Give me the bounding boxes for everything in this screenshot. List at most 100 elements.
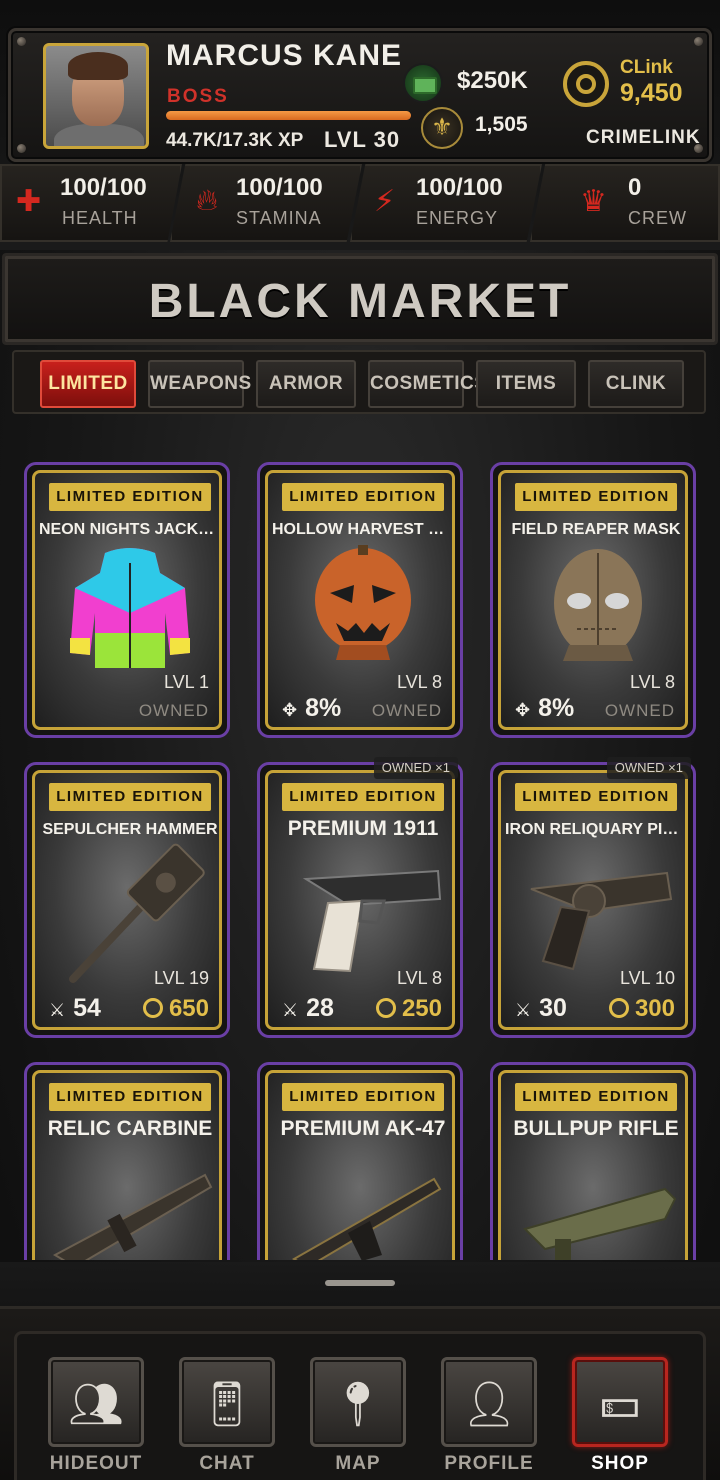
clink-label: CLink [620,57,673,78]
shop-card[interactable]: LIMITED EDITION PREMIUM AK-47 [257,1062,463,1260]
item-name: PREMIUM 1911 [287,817,439,840]
item-name: HOLLOW HARVEST MASK [272,521,454,538]
stat-label: STAMINA [236,208,322,228]
nav-hideout[interactable]: 👥︎ HIDEOUT [44,1349,148,1479]
shop-card[interactable]: OWNED ×1 LIMITED EDITION PREMIUM 1911 LV… [257,757,463,1038]
card-frame: LIMITED EDITION PREMIUM 1911 LVL 8 ⚔ 28 2… [265,770,455,1030]
shop-card[interactable]: LIMITED EDITION RELIC CARBINE [24,1062,230,1260]
stat-value: 8% [538,694,575,722]
stat-crew[interactable]: ♛ 0 CREW [530,164,720,242]
crimelink-button[interactable]: CRIMELINK [586,127,701,149]
nav-label: HIDEOUT [49,1453,143,1474]
player-panel: MARCUS KANE BOSS 44.7K/17.3K XP LVL 30 $… [8,28,712,162]
card-frame: LIMITED EDITION NEON NIGHTS JACKET (PRI.… [32,470,222,730]
limited-edition-badge: LIMITED EDITION [282,783,444,811]
card-frame: LIMITED EDITION IRON RELIQUARY PISTOL LV… [498,770,688,1030]
reputation-fleur-icon: ⚜ [421,107,463,149]
nav-button[interactable]: 👥︎ [48,1357,144,1447]
item-price: 300 [608,995,675,1023]
stat-stamina[interactable]: 🔥︎ 100/100 STAMINA [170,164,362,242]
clink-coin-icon [608,998,629,1018]
price-value: 250 [401,995,442,1022]
item-stat: ✥ 8% [515,694,574,723]
xp-progress-fill [166,111,411,120]
nav-shop[interactable]: 💵︎ SHOP [568,1349,672,1479]
energy-bolt-icon: ⚡︎ [374,185,396,218]
item-name: RELIC CARBINE [47,1117,213,1140]
item-price: 250 [375,995,442,1023]
stat-value: 8% [305,694,342,722]
stat-value: 100/100 [60,174,147,201]
shop-card[interactable]: LIMITED EDITION BULLPUP RIFLE [490,1062,696,1260]
xp-text: 44.7K/17.3K XP [166,130,304,151]
shop-card[interactable]: LIMITED EDITION HOLLOW HARVEST MASK LVL … [257,462,463,738]
nav-button[interactable]: 📱︎ [179,1357,275,1447]
stat-health[interactable]: ✚ 100/100 HEALTH [0,164,182,242]
price-value: 300 [634,995,675,1022]
item-name: IRON RELIQUARY PISTOL [505,821,687,838]
nav-map[interactable]: 📍︎ MAP [306,1349,410,1479]
stat-value: 54 [73,994,101,1022]
clink-coin-icon[interactable] [563,61,609,107]
item-stat: ⚔ 30 [515,994,567,1023]
shop-card[interactable]: LIMITED EDITION FIELD REAPER MASK LVL 8 … [490,462,696,738]
map-pin-icon: 📍︎ [330,1380,386,1429]
stat-label: CREW [628,208,687,228]
stealth-stat-icon: ✥ [282,700,298,720]
stat-value: 30 [539,994,567,1022]
nav-label: PROFILE [444,1453,534,1474]
item-level: LVL 8 [396,968,442,988]
owned-status: OWNED [604,701,675,720]
cash-value: $250K [457,67,528,94]
item-level: LVL 8 [396,672,442,692]
nav-profile[interactable]: 👤︎ PROFILE [437,1349,541,1479]
hammer-item-image [69,843,205,983]
attack-swords-icon: ⚔ [282,1000,299,1020]
nav-label: SHOP [591,1453,649,1474]
item-name: PREMIUM AK-47 [280,1117,446,1140]
item-name: SEPULCHER HAMMER [42,821,218,838]
tab-armor[interactable]: ARMOR [256,360,356,408]
card-frame: LIMITED EDITION PREMIUM AK-47 [265,1070,455,1260]
hideout-people-icon: 👥︎ [68,1380,124,1429]
cash-icon [403,63,443,103]
tab-items[interactable]: ITEMS [476,360,576,408]
stat-value: 100/100 [236,174,323,201]
stat-value: 0 [628,174,642,201]
rivet [17,144,26,153]
item-stat: ✥ 8% [282,694,341,723]
limited-edition-badge: LIMITED EDITION [282,483,444,511]
tab-limited[interactable]: LIMITED [40,360,136,408]
limited-edition-badge: LIMITED EDITION [515,783,677,811]
card-frame: LIMITED EDITION BULLPUP RIFLE [498,1070,688,1260]
tab-clink[interactable]: CLINK [588,360,684,408]
shop-card[interactable]: LIMITED EDITION SEPULCHER HAMMER LVL 19 … [24,762,230,1038]
tab-weapons[interactable]: WEAPONS [148,360,251,408]
shop-card[interactable]: LIMITED EDITION NEON NIGHTS JACKET (PRI.… [24,462,230,738]
attack-swords-icon: ⚔ [515,1000,532,1020]
item-name: BULLPUP RIFLE [513,1117,679,1140]
item-name: NEON NIGHTS JACKET (PRI... [39,521,219,538]
player-avatar[interactable] [43,43,149,149]
ak47-item-image [291,1177,442,1260]
card-frame: LIMITED EDITION RELIC CARBINE [32,1070,222,1260]
nav-button[interactable]: 👤︎ [441,1357,537,1447]
item-level: LVL 8 [629,672,675,692]
tab-cosmetics[interactable]: COSMETICS [368,360,487,408]
stat-energy[interactable]: ⚡︎ 100/100 ENERGY [350,164,542,242]
category-tabs: LIMITED WEAPONS ARMOR COSMETICS ITEMS CL… [12,350,706,414]
drawer-handle-zone[interactable] [0,1262,720,1306]
nav-chat[interactable]: 📱︎ CHAT [175,1349,279,1479]
shop-card[interactable]: OWNED ×1 LIMITED EDITION IRON RELIQUARY … [490,757,696,1038]
drawer-handle[interactable] [325,1280,395,1286]
limited-edition-badge: LIMITED EDITION [49,1083,211,1111]
nav-button[interactable]: 💵︎ [572,1357,668,1447]
stat-value: 100/100 [416,174,503,201]
nav-button[interactable]: 📍︎ [310,1357,406,1447]
shop-cash-icon: 💵︎ [600,1378,640,1427]
stat-label: ENERGY [416,208,499,228]
pumpkin-mask-item-image [315,545,411,660]
item-level: LVL 1 [163,672,209,692]
health-cross-icon: ✚ [16,185,42,218]
stats-bar: ✚ 100/100 HEALTH 🔥︎ 100/100 STAMINA ⚡︎ 1… [0,164,720,242]
